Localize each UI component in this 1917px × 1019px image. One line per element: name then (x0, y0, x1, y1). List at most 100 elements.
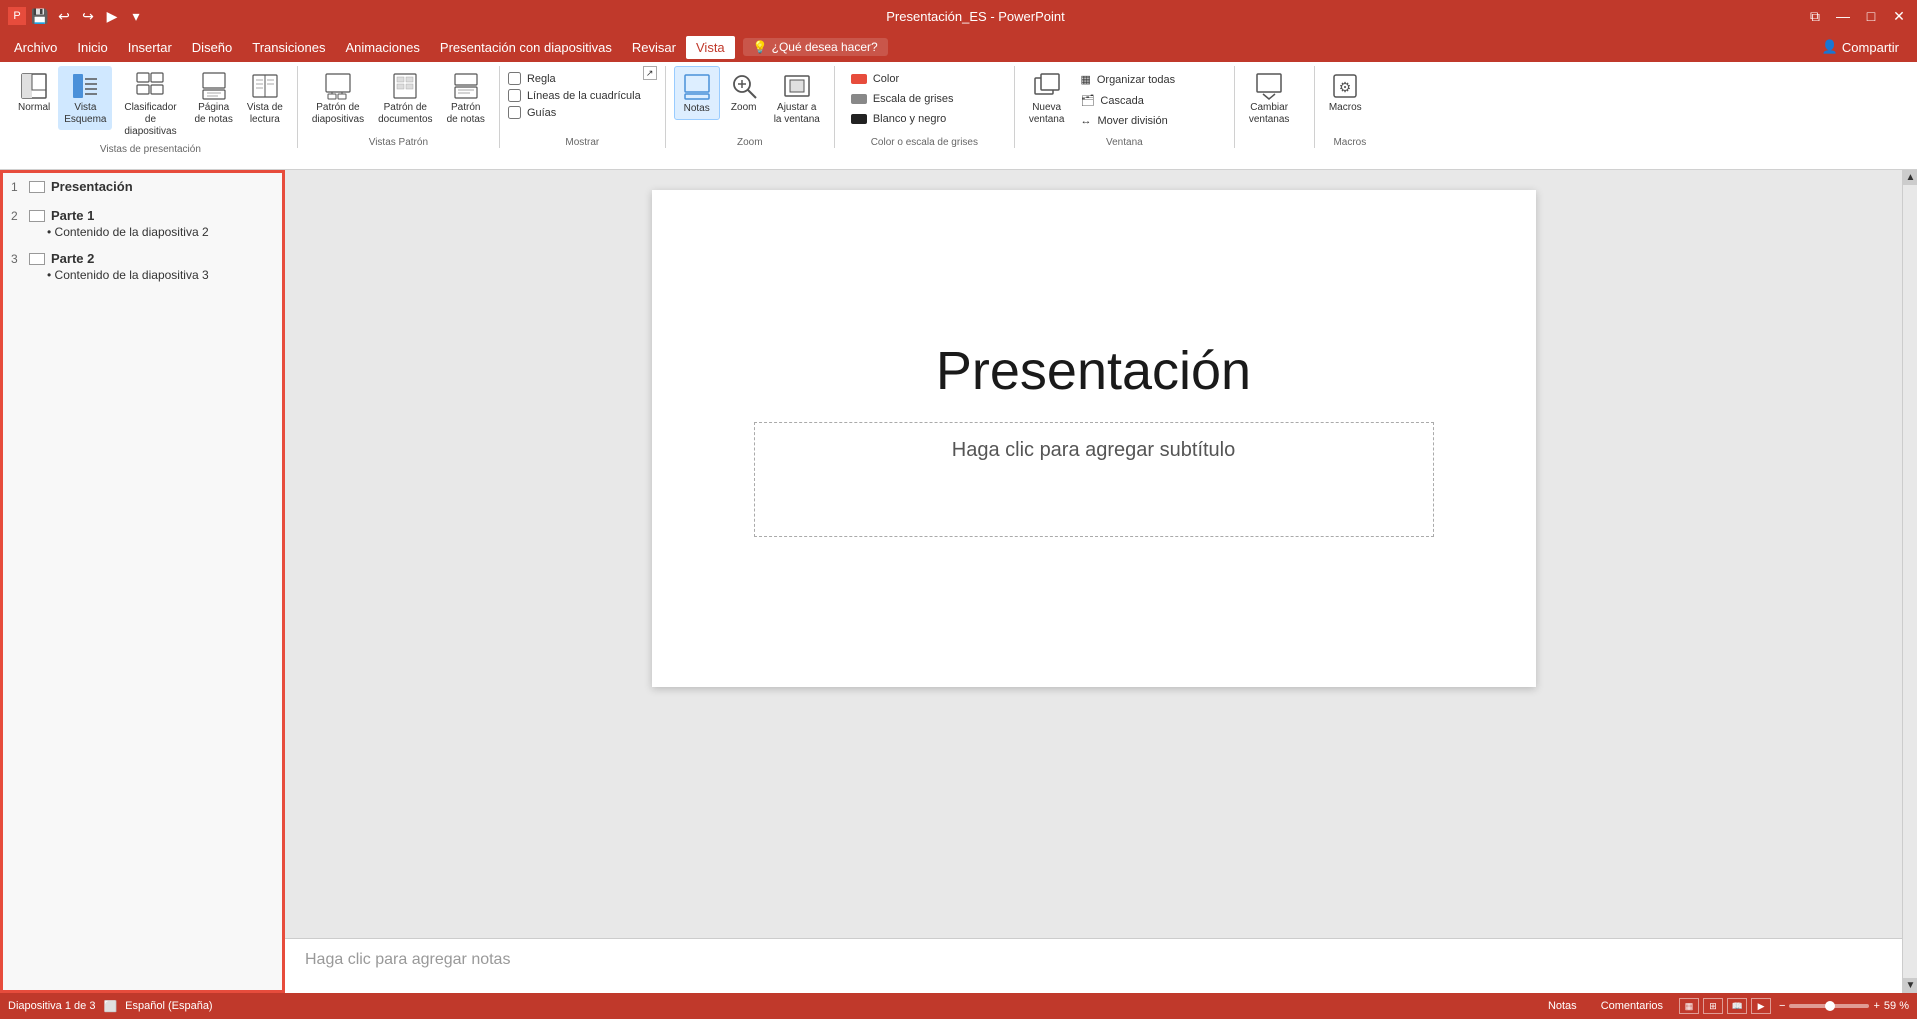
reading-view-icon[interactable]: 📖 (1727, 998, 1747, 1014)
slide-title: Presentación (936, 340, 1251, 402)
menu-presentacion[interactable]: Presentación con diapositivas (430, 36, 622, 59)
reading-view-icon (249, 70, 281, 102)
close-button[interactable]: ✕ (1889, 6, 1909, 26)
notes-area[interactable]: Haga clic para agregar notas (285, 938, 1902, 993)
grayscale-button[interactable]: Escala de grises (843, 90, 962, 108)
ribbon-group-window: Nuevaventana ▦ Organizar todas 🗂 Cascada… (1015, 66, 1235, 148)
presentation-views-label: Vistas de presentación (12, 142, 289, 155)
macros-button[interactable]: ⚙ Macros (1323, 66, 1368, 118)
outline-icon (69, 70, 101, 102)
new-window-button[interactable]: Nuevaventana (1023, 66, 1071, 130)
app-icon: P (8, 7, 26, 25)
organize-icon: ▦ (1080, 73, 1090, 86)
notes-placeholder: Haga clic para agregar notas (305, 951, 510, 968)
slide-thumb-1 (29, 181, 45, 193)
accessibility-icon: ⬜ (103, 1000, 117, 1013)
fit-window-button[interactable]: Ajustar ala ventana (768, 66, 826, 130)
blackwhite-label: Blanco y negro (873, 113, 946, 125)
change-windows-icon (1253, 70, 1285, 102)
normal-view-button[interactable]: Normal (12, 66, 56, 118)
minimize-button[interactable]: — (1833, 6, 1853, 26)
menu-vista[interactable]: Vista (686, 36, 735, 59)
menu-animaciones[interactable]: Animaciones (335, 36, 429, 59)
new-window-label: Nuevaventana (1029, 102, 1065, 126)
zoom-label: Zoom (731, 102, 757, 114)
slide-sorter-view-icon[interactable]: ⊞ (1703, 998, 1723, 1014)
comments-panel-button[interactable]: Comentarios (1593, 998, 1671, 1014)
menu-archivo[interactable]: Archivo (4, 36, 67, 59)
guides-checkbox[interactable]: Guías (508, 106, 641, 119)
scroll-down-button[interactable]: ▼ (1903, 978, 1917, 993)
zoom-button[interactable]: Zoom (722, 66, 766, 118)
zoom-plus-button[interactable]: + (1873, 1000, 1879, 1012)
change-windows-button[interactable]: Cambiarventanas (1243, 66, 1296, 130)
presentation-button[interactable]: ▶ (102, 6, 122, 26)
outline-sub-3-0: • Contenido de la diapositiva 3 (11, 268, 274, 282)
outline-item-1[interactable]: 1 Presentación (3, 173, 282, 202)
notes-zoom-button[interactable]: Notas (674, 66, 720, 120)
right-scrollbar[interactable]: ▲ ▼ (1902, 170, 1917, 993)
slide-notes-container: Presentación Haga clic para agregar subt… (285, 170, 1902, 993)
help-search[interactable]: 💡 ¿Qué desea hacer? (743, 38, 888, 56)
outline-view-button[interactable]: VistaEsquema (58, 66, 112, 130)
color-button[interactable]: Color (843, 70, 962, 88)
grayscale-swatch (851, 94, 867, 104)
gridlines-checkbox[interactable]: Líneas de la cuadrícula (508, 89, 641, 102)
change-windows-label: Cambiarventanas (1249, 102, 1290, 126)
normal-view-icon[interactable]: ▦ (1679, 998, 1699, 1014)
share-button[interactable]: 👤 Compartir (1808, 35, 1913, 59)
cascade-button[interactable]: 🗂 Cascada (1072, 91, 1183, 110)
outline-title-3: Parte 2 (51, 251, 94, 266)
menu-revisar[interactable]: Revisar (622, 36, 686, 59)
redo-button[interactable]: ↪ (78, 6, 98, 26)
restore-down-button[interactable]: ⧉ (1805, 6, 1825, 26)
customize-button[interactable]: ▾ (126, 6, 146, 26)
show-dialog-button[interactable]: ↗ (643, 66, 657, 80)
organize-all-button[interactable]: ▦ Organizar todas (1072, 70, 1183, 89)
notes-page-button[interactable]: Páginade notas (188, 66, 238, 130)
slide-subtitle-box[interactable]: Haga clic para agregar subtítulo (754, 422, 1434, 537)
slide-canvas[interactable]: Presentación Haga clic para agregar subt… (652, 190, 1536, 687)
language-label: Español (España) (125, 1000, 212, 1012)
slide-master-button[interactable]: Patrón dediapositivas (306, 66, 370, 130)
handout-master-button[interactable]: Patrón dedocumentos (372, 66, 438, 130)
blackwhite-swatch (851, 114, 867, 124)
slideshow-icon[interactable]: ▶ (1751, 998, 1771, 1014)
guides-input[interactable] (508, 106, 521, 119)
notes-master-label: Patrónde notas (447, 102, 485, 126)
blackwhite-button[interactable]: Blanco y negro (843, 110, 962, 128)
outline-item-3[interactable]: 3 Parte 2 • Contenido de la diapositiva … (3, 245, 282, 288)
gridlines-input[interactable] (508, 89, 521, 102)
outline-num-1: 1 (11, 180, 23, 194)
outline-label: VistaEsquema (64, 102, 106, 126)
menu-inicio[interactable]: Inicio (67, 36, 117, 59)
slide-sorter-button[interactable]: Clasificador dediapositivas (114, 66, 186, 142)
handout-master-label: Patrón dedocumentos (378, 102, 432, 126)
zoom-slider[interactable] (1789, 1004, 1869, 1008)
outline-title-1: Presentación (51, 179, 133, 194)
menu-diseno[interactable]: Diseño (182, 36, 242, 59)
notes-page-label: Páginade notas (194, 102, 232, 126)
ruler-input[interactable] (508, 72, 521, 85)
lightbulb-icon: 💡 (753, 40, 768, 54)
slide-area: Presentación Haga clic para agregar subt… (285, 170, 1902, 938)
maximize-button[interactable]: □ (1861, 6, 1881, 26)
outline-item-2[interactable]: 2 Parte 1 • Contenido de la diapositiva … (3, 202, 282, 245)
view-mode-icons: ▦ ⊞ 📖 ▶ (1679, 998, 1771, 1014)
save-button[interactable]: 💾 (30, 6, 50, 26)
fit-window-label: Ajustar ala ventana (774, 102, 820, 126)
notes-master-button[interactable]: Patrónde notas (441, 66, 491, 130)
menu-transiciones[interactable]: Transiciones (242, 36, 335, 59)
move-split-button[interactable]: ↔ Mover división (1072, 112, 1183, 130)
scroll-up-button[interactable]: ▲ (1903, 170, 1917, 185)
notes-panel-button[interactable]: Notas (1540, 998, 1585, 1014)
reading-view-button[interactable]: Vista delectura (241, 66, 289, 130)
move-split-icon: ↔ (1080, 115, 1091, 127)
svg-text:⚙: ⚙ (1339, 79, 1352, 95)
zoom-minus-button[interactable]: − (1779, 1000, 1785, 1012)
ribbon: Normal VistaEsquema Clasificador dediapo… (0, 62, 1917, 170)
notes-page-icon (198, 70, 230, 102)
ruler-checkbox[interactable]: Regla (508, 72, 641, 85)
undo-button[interactable]: ↩ (54, 6, 74, 26)
menu-insertar[interactable]: Insertar (118, 36, 182, 59)
